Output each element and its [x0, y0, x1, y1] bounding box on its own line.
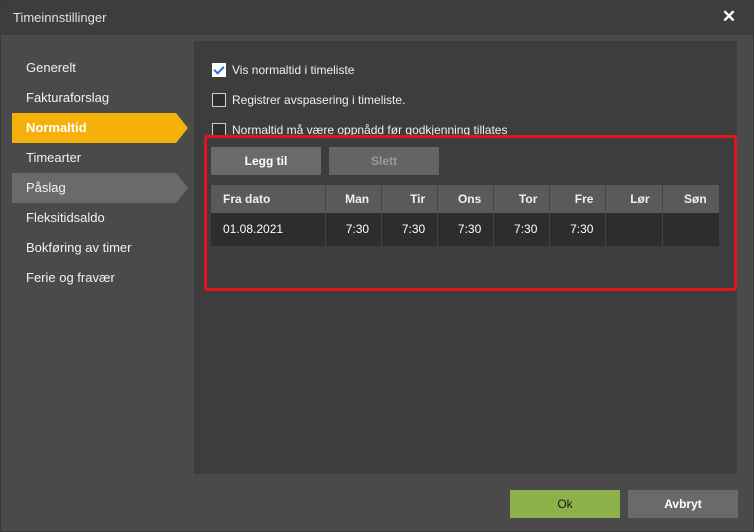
- cell-man[interactable]: 7:30: [326, 213, 383, 246]
- column-header-man[interactable]: Man: [326, 185, 383, 213]
- sidebar-item-normaltid[interactable]: Normaltid: [12, 113, 188, 143]
- cell-son[interactable]: [663, 213, 719, 246]
- sidebar-item-fleksitidsaldo[interactable]: Fleksitidsaldo: [12, 203, 182, 233]
- close-icon[interactable]: ✕: [719, 7, 739, 27]
- checkbox-label: Registrer avspasering i timeliste.: [232, 93, 406, 107]
- sidebar-nav: Generelt Fakturaforslag Normaltid Timear…: [12, 53, 188, 293]
- checkbox-row-registrer-avspasering[interactable]: Registrer avspasering i timeliste.: [212, 92, 405, 108]
- cell-fra-dato[interactable]: 01.08.2021: [211, 213, 326, 246]
- cell-ons[interactable]: 7:30: [438, 213, 495, 246]
- ok-button[interactable]: Ok: [510, 490, 620, 518]
- title-bar: Timeinnstillinger ✕: [1, 1, 753, 35]
- settings-dialog: Timeinnstillinger ✕ Generelt Fakturafors…: [0, 0, 754, 532]
- sidebar-item-fakturaforslag[interactable]: Fakturaforslag: [12, 83, 182, 113]
- sidebar-item-timearter[interactable]: Timearter: [12, 143, 182, 173]
- checkbox[interactable]: [212, 92, 226, 107]
- column-header-tir[interactable]: Tir: [382, 185, 439, 213]
- checkbox-label: Vis normaltid i timeliste: [232, 63, 355, 77]
- column-header-fre[interactable]: Fre: [550, 185, 607, 213]
- table-row[interactable]: 01.08.2021 7:30 7:30 7:30 7:30 7:30: [211, 213, 719, 246]
- cell-tir[interactable]: 7:30: [382, 213, 439, 246]
- table-header: Fra dato Man Tir Ons Tor Fre Lør Søn: [211, 185, 719, 213]
- column-header-fra-dato[interactable]: Fra dato: [211, 185, 326, 213]
- sidebar-item-bokforing-av-timer[interactable]: Bokføring av timer: [12, 233, 182, 263]
- cell-tor[interactable]: 7:30: [494, 213, 551, 246]
- sidebar-item-generelt[interactable]: Generelt: [12, 53, 182, 83]
- normaltid-table: Fra dato Man Tir Ons Tor Fre Lør Søn 01.…: [211, 185, 719, 246]
- column-header-lor[interactable]: Lør: [606, 185, 663, 213]
- sidebar-item-ferie-og-fravaer[interactable]: Ferie og fravær: [12, 263, 182, 293]
- dialog-title: Timeinnstillinger: [13, 10, 107, 25]
- checkbox-row-vis-normaltid[interactable]: Vis normaltid i timeliste: [212, 62, 354, 78]
- column-header-son[interactable]: Søn: [663, 185, 719, 213]
- column-header-ons[interactable]: Ons: [438, 185, 495, 213]
- cancel-button[interactable]: Avbryt: [628, 490, 738, 518]
- add-button[interactable]: Legg til: [211, 147, 321, 175]
- cell-fre[interactable]: 7:30: [550, 213, 607, 246]
- cell-lor[interactable]: [606, 213, 663, 246]
- column-header-tor[interactable]: Tor: [494, 185, 551, 213]
- checkmark-icon[interactable]: [212, 62, 226, 77]
- sidebar-item-paslag[interactable]: Påslag: [12, 173, 188, 203]
- delete-button[interactable]: Slett: [329, 147, 439, 175]
